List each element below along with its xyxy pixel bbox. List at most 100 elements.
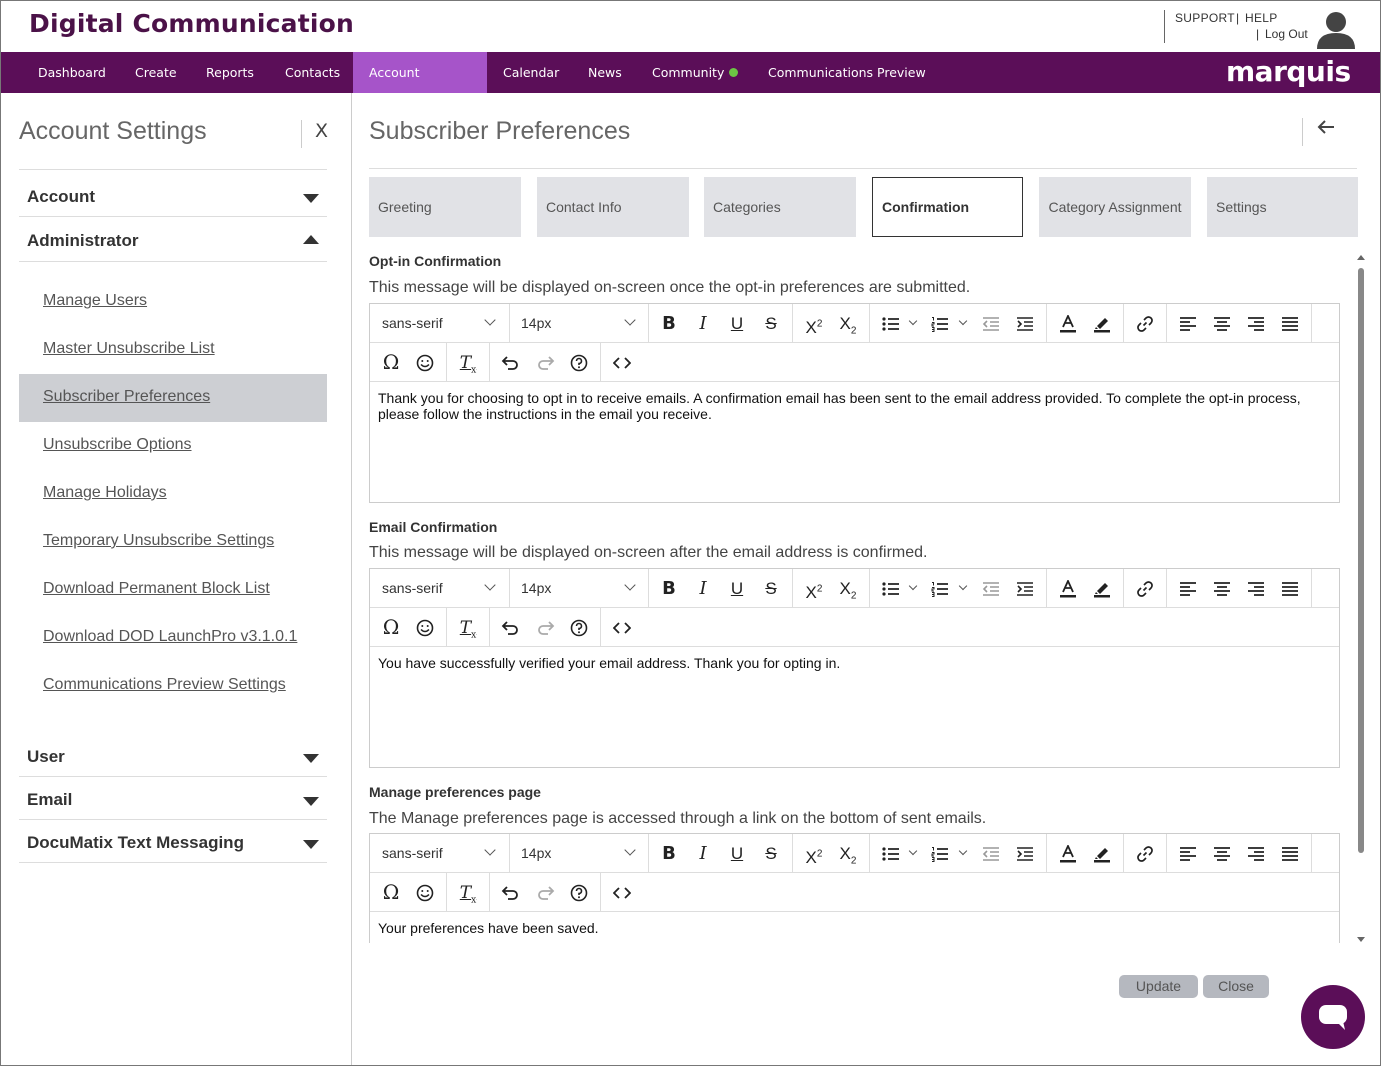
- special-character-icon[interactable]: Ω: [376, 873, 406, 912]
- numbered-list-icon[interactable]: [925, 834, 955, 873]
- highlight-icon[interactable]: [1087, 834, 1117, 873]
- clear-formatting-icon[interactable]: Tx: [453, 873, 483, 912]
- undo-icon[interactable]: [495, 873, 525, 912]
- bullet-list-icon[interactable]: [876, 569, 906, 608]
- code-view-icon[interactable]: [607, 873, 637, 912]
- outdent-icon[interactable]: [976, 569, 1006, 608]
- indent-icon[interactable]: [1010, 304, 1040, 343]
- nav-create[interactable]: Create: [119, 52, 193, 93]
- tab-greeting[interactable]: Greeting: [369, 177, 521, 237]
- highlight-icon[interactable]: [1087, 569, 1117, 608]
- underline-icon[interactable]: U: [722, 834, 752, 873]
- undo-icon[interactable]: [495, 343, 525, 382]
- chevron-down-icon[interactable]: [303, 840, 319, 849]
- section-account[interactable]: Account: [27, 187, 95, 207]
- align-center-icon[interactable]: [1207, 834, 1237, 873]
- user-avatar-icon[interactable]: [1316, 11, 1356, 49]
- back-arrow-icon[interactable]: [1316, 117, 1336, 143]
- bold-icon[interactable]: B: [654, 304, 684, 343]
- outdent-icon[interactable]: [976, 304, 1006, 343]
- font-color-icon[interactable]: [1053, 834, 1083, 873]
- nav-news[interactable]: News: [572, 52, 638, 93]
- update-button[interactable]: Update: [1119, 975, 1198, 998]
- strikethrough-icon[interactable]: S: [756, 569, 786, 608]
- italic-icon[interactable]: I: [688, 834, 718, 873]
- chevron-down-icon[interactable]: [303, 797, 319, 806]
- underline-icon[interactable]: U: [722, 304, 752, 343]
- emoji-icon[interactable]: [410, 343, 440, 382]
- link-manage-users[interactable]: Manage Users: [43, 292, 147, 310]
- emoji-icon[interactable]: [410, 608, 440, 647]
- scroll-thumb[interactable]: [1358, 268, 1364, 853]
- link-icon[interactable]: [1130, 569, 1160, 608]
- tab-confirmation[interactable]: Confirmation: [872, 177, 1023, 237]
- close-button[interactable]: Close: [1203, 975, 1269, 998]
- link-unsubscribe-options[interactable]: Unsubscribe Options: [43, 436, 192, 454]
- subscript-icon[interactable]: X2: [833, 834, 863, 873]
- manage-preferences-editor[interactable]: sans-serif 14px B I U S X2 X2 Ω Tx Your preference…: [369, 833, 1340, 943]
- superscript-icon[interactable]: X2: [799, 569, 829, 608]
- align-right-icon[interactable]: [1241, 304, 1271, 343]
- indent-icon[interactable]: [1010, 569, 1040, 608]
- subscript-icon[interactable]: X2: [833, 569, 863, 608]
- font-color-icon[interactable]: [1053, 304, 1083, 343]
- code-view-icon[interactable]: [607, 343, 637, 382]
- redo-icon[interactable]: [531, 343, 561, 382]
- align-justify-icon[interactable]: [1275, 304, 1305, 343]
- scroll-up-icon[interactable]: [1357, 255, 1365, 260]
- highlight-icon[interactable]: [1087, 304, 1117, 343]
- special-character-icon[interactable]: Ω: [376, 608, 406, 647]
- align-left-icon[interactable]: [1173, 569, 1203, 608]
- section-email[interactable]: Email: [27, 790, 72, 810]
- align-center-icon[interactable]: [1207, 569, 1237, 608]
- chevron-down-icon[interactable]: [958, 581, 968, 591]
- strikethrough-icon[interactable]: S: [756, 834, 786, 873]
- subscript-icon[interactable]: X2: [833, 304, 863, 343]
- editor-content[interactable]: You have successfully verified your emai…: [370, 647, 1339, 679]
- scroll-down-icon[interactable]: [1357, 937, 1365, 942]
- align-justify-icon[interactable]: [1275, 569, 1305, 608]
- bold-icon[interactable]: B: [654, 834, 684, 873]
- align-left-icon[interactable]: [1173, 304, 1203, 343]
- link-communications-preview-settings[interactable]: Communications Preview Settings: [43, 676, 286, 694]
- support-link[interactable]: SUPPORT: [1175, 11, 1235, 25]
- tab-categories[interactable]: Categories: [704, 177, 856, 237]
- chevron-down-icon[interactable]: [303, 194, 319, 203]
- section-user[interactable]: User: [27, 747, 65, 767]
- link-icon[interactable]: [1130, 834, 1160, 873]
- link-subscriber-preferences[interactable]: Subscriber Preferences: [43, 388, 210, 406]
- special-character-icon[interactable]: Ω: [376, 343, 406, 382]
- bold-icon[interactable]: B: [654, 569, 684, 608]
- tab-category-assignment[interactable]: Category Assignment: [1039, 177, 1191, 237]
- help-icon[interactable]: [564, 608, 594, 647]
- nav-dashboard[interactable]: Dashboard: [22, 52, 122, 93]
- editor-content[interactable]: Your preferences have been saved.: [370, 912, 1339, 944]
- undo-icon[interactable]: [495, 608, 525, 647]
- sidebar-close-button[interactable]: X: [315, 120, 328, 142]
- link-icon[interactable]: [1130, 304, 1160, 343]
- redo-icon[interactable]: [531, 873, 561, 912]
- italic-icon[interactable]: I: [688, 569, 718, 608]
- tab-contact-info[interactable]: Contact Info: [537, 177, 689, 237]
- nav-community[interactable]: Community: [636, 52, 754, 93]
- link-download-permanent-block-list[interactable]: Download Permanent Block List: [43, 580, 270, 598]
- chevron-up-icon[interactable]: [303, 235, 319, 244]
- help-icon[interactable]: [564, 343, 594, 382]
- nav-contacts[interactable]: Contacts: [269, 52, 356, 93]
- nav-account-settings[interactable]: Account Settings: [353, 52, 487, 121]
- nav-reports[interactable]: Reports: [190, 52, 270, 93]
- help-icon[interactable]: [564, 873, 594, 912]
- bullet-list-icon[interactable]: [876, 304, 906, 343]
- superscript-icon[interactable]: X2: [799, 304, 829, 343]
- align-right-icon[interactable]: [1241, 834, 1271, 873]
- link-download-dod-launchpro[interactable]: Download DOD LaunchPro v3.1.0.1: [43, 628, 297, 646]
- chevron-down-icon[interactable]: [908, 581, 918, 591]
- tab-settings[interactable]: Settings: [1207, 177, 1358, 237]
- logout-link[interactable]: Log Out: [1265, 27, 1308, 41]
- editor-content[interactable]: Thank you for choosing to opt in to rece…: [370, 382, 1339, 430]
- clear-formatting-icon[interactable]: Tx: [453, 608, 483, 647]
- email-confirmation-editor[interactable]: sans-serif 14px B I U S X2 X2 Ω Tx You have succes…: [369, 568, 1340, 768]
- align-center-icon[interactable]: [1207, 304, 1237, 343]
- strikethrough-icon[interactable]: S: [756, 304, 786, 343]
- chevron-down-icon[interactable]: [958, 316, 968, 326]
